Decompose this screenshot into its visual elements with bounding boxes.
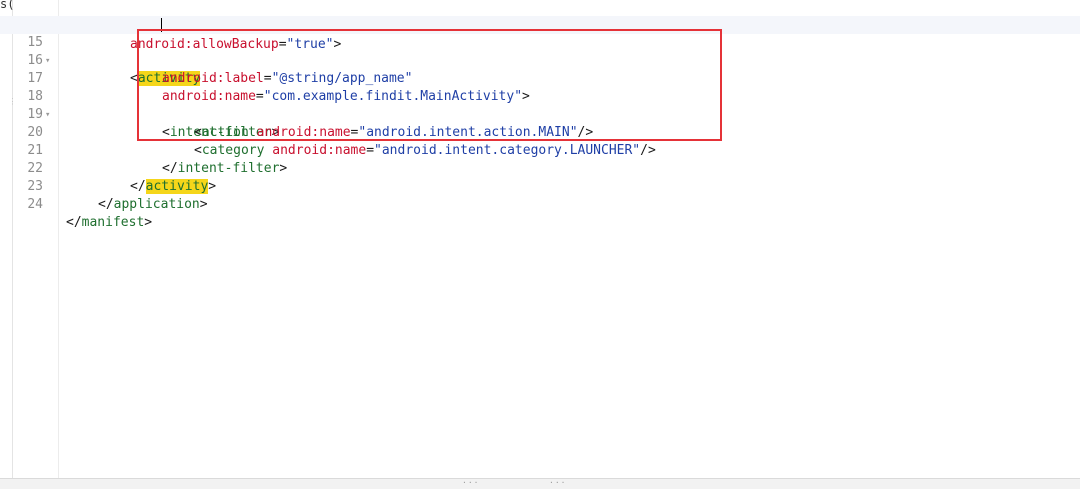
annotation-highlight-box [137,29,722,141]
tag-token: manifest [81,215,145,230]
code-line: 23 </application> [0,160,1080,212]
punct-token: </ [98,197,114,212]
tag-token: application [113,197,200,212]
drag-handle-icon[interactable]: ··· [549,479,566,487]
line-number: 24 [27,197,43,212]
code-line: 24 </manifest> [0,178,1080,230]
drag-handle-icon[interactable]: ··· [462,479,479,487]
punct-token: > [144,215,153,230]
code-text: </manifest> [66,214,152,232]
punct-token: </ [66,215,82,230]
punct-token: > [199,197,208,212]
code-line: 22 </activity> [0,142,1080,194]
code-text: </application> [98,196,208,214]
bottom-splitter[interactable]: ··· ··· [0,478,1080,489]
